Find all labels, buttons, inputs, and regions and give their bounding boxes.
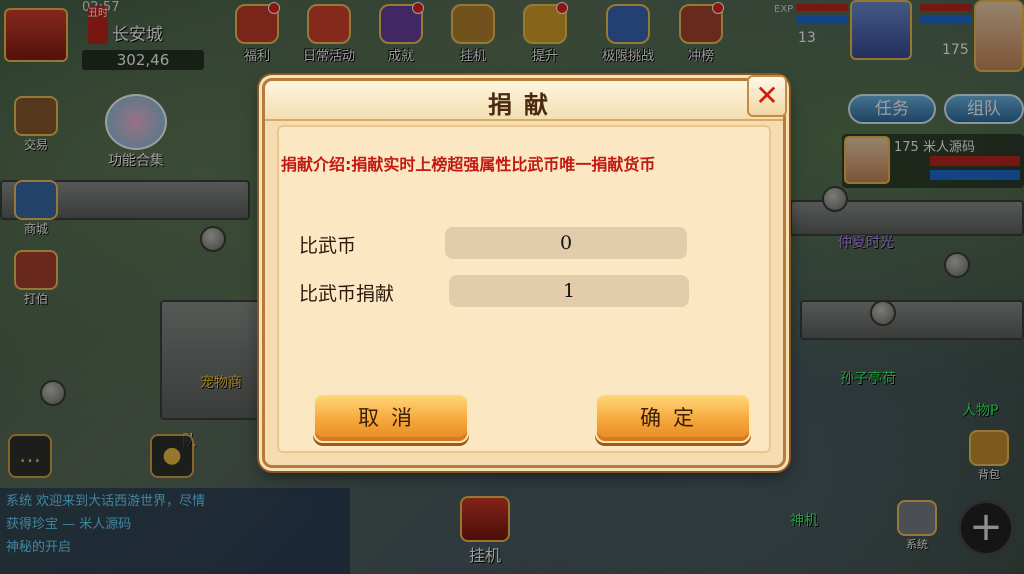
coin-donate-label: 比武币捐献 <box>299 283 395 305</box>
coin-value: 0 <box>445 227 687 259</box>
coin-label: 比武币 <box>299 235 357 257</box>
donate-dialog: 捐献 ✕ 捐献介绍:捐献实时上榜超强属性比武币唯一捐献货币 比武币 0 比武币捐… <box>262 75 787 468</box>
donate-intro: 捐献介绍:捐献实时上榜超强属性比武币唯一捐献货币 <box>281 155 656 174</box>
close-button[interactable]: ✕ <box>747 75 787 117</box>
confirm-button[interactable]: 确定 <box>595 393 751 443</box>
coin-donate-input[interactable]: 1 <box>449 275 689 307</box>
dialog-titlebar: 捐献 <box>265 81 783 121</box>
game-scene[interactable]: 02:57 丑时 长安城 302,46 福利 日常活动 成就 挂机 提升 极限挑… <box>0 0 1024 574</box>
cancel-button[interactable]: 取消 <box>313 393 469 443</box>
dialog-title: 捐献 <box>488 91 560 119</box>
close-icon: ✕ <box>755 79 779 112</box>
